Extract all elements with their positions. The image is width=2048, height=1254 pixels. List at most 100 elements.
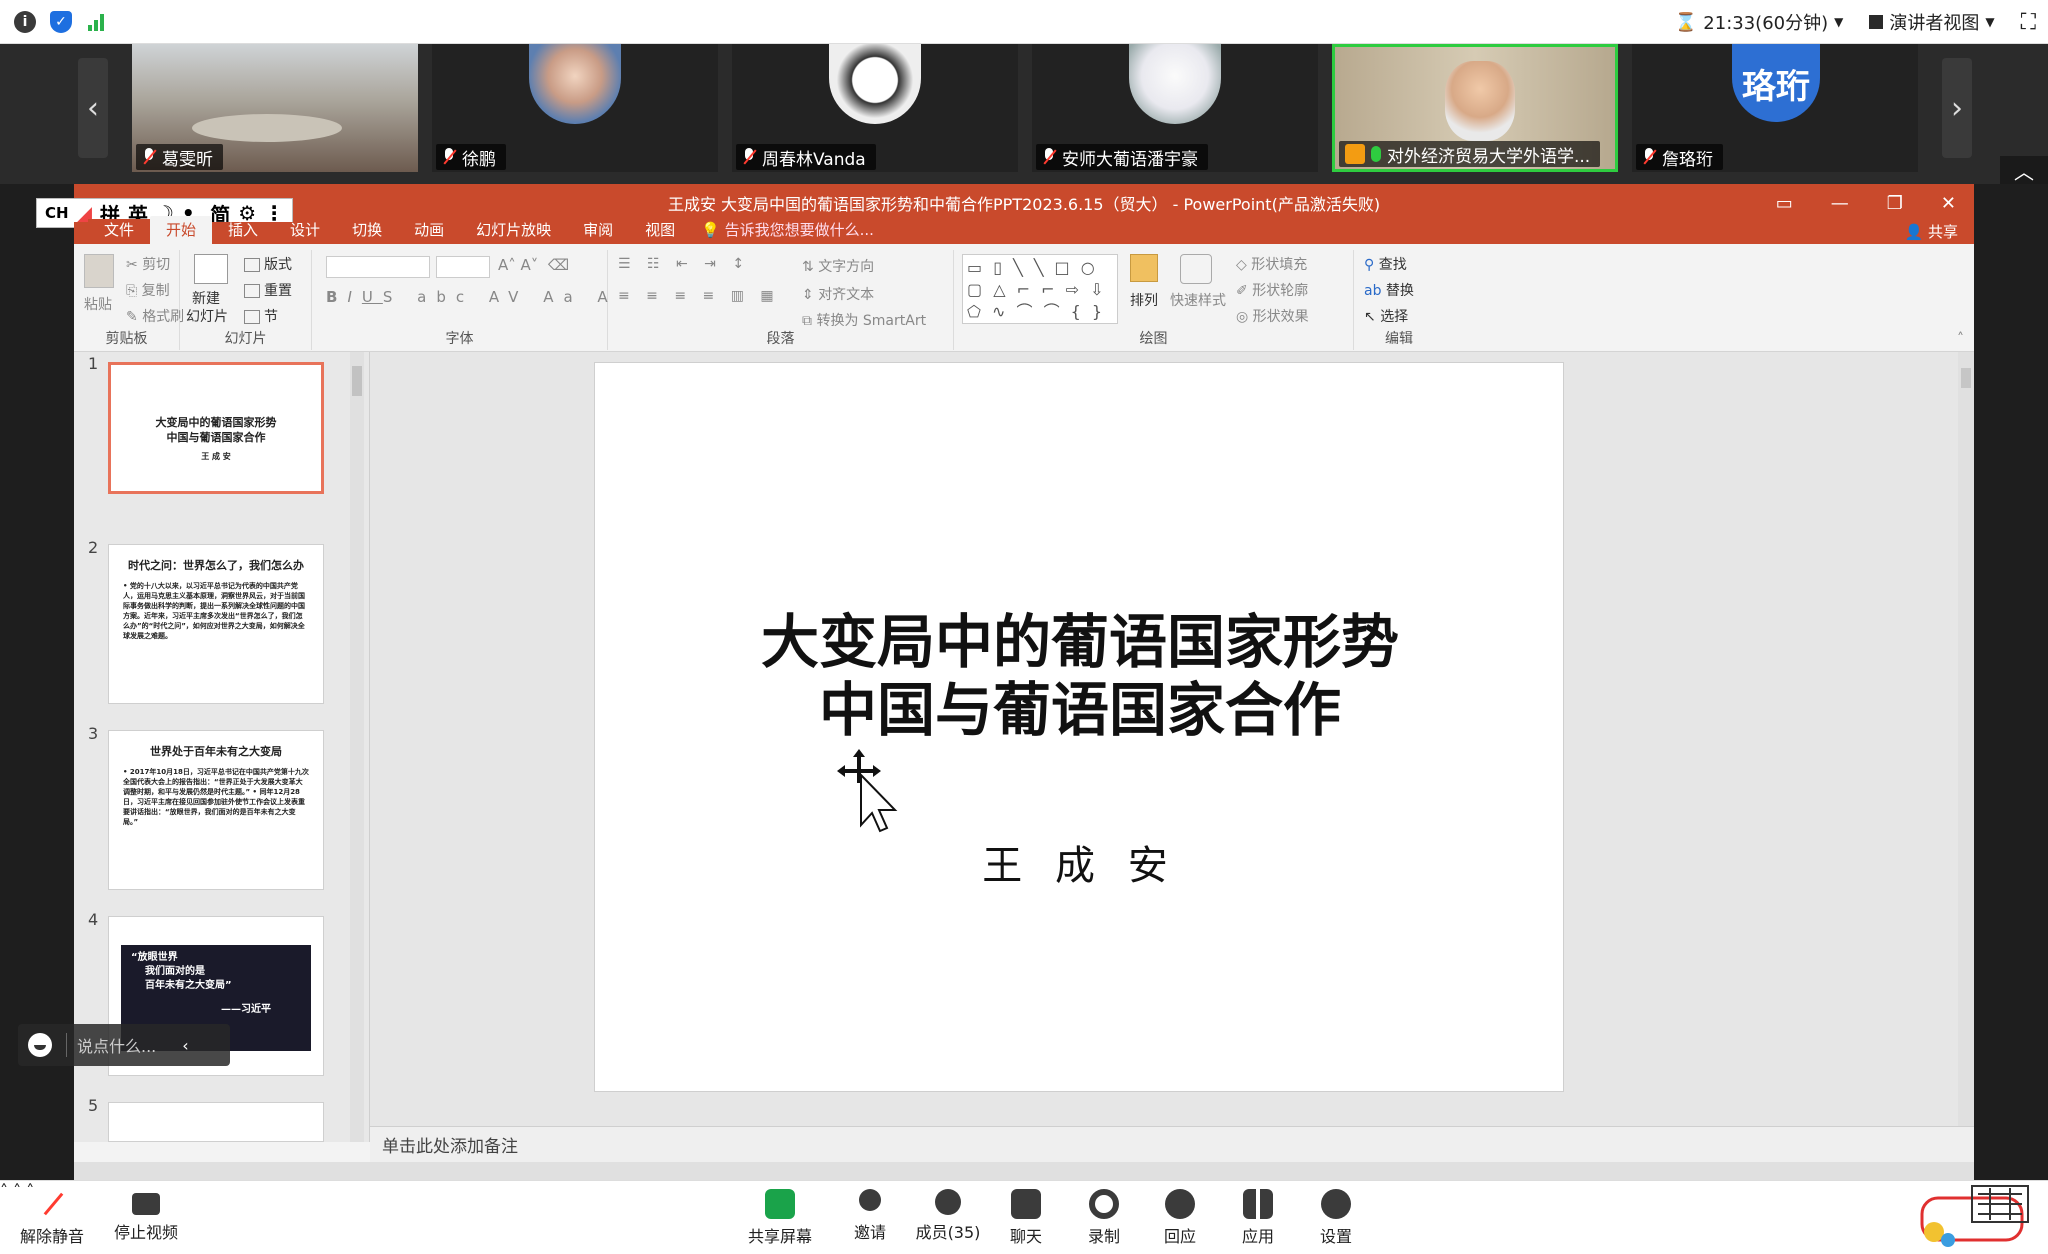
participant-tile-active-speaker[interactable]: 对外经济贸易大学外语学...	[1332, 44, 1618, 172]
mic-muted-icon	[442, 148, 456, 166]
find-button[interactable]: ⚲ 查找	[1364, 254, 1407, 274]
signal-icon[interactable]	[88, 13, 104, 31]
group-label: 段落	[766, 331, 795, 347]
tab-animations[interactable]: 动画	[398, 219, 460, 244]
shapes-gallery[interactable]: ▭ ▯ ╲ ╲ □ ○ ▢ △ ⌐ ⌐ ⇨ ⇩ ⬠ ∿ ⌒ ⌒ { }	[962, 254, 1118, 324]
close-icon[interactable]: ✕	[1941, 193, 1956, 214]
ime-lang[interactable]: CH	[45, 204, 69, 222]
smartart-button[interactable]: ⧉ 转换为 SmartArt	[802, 310, 926, 330]
chat-bubble-icon	[1011, 1189, 1041, 1219]
apps-button[interactable]: 应用	[1218, 1189, 1298, 1247]
record-button[interactable]: 录制	[1064, 1189, 1144, 1247]
layout-icon	[244, 258, 260, 272]
quick-styles-icon[interactable]	[1180, 254, 1212, 284]
members-button[interactable]: 成员(35)	[908, 1189, 988, 1243]
layout-button[interactable]: 版式	[244, 254, 292, 274]
scroll-thumb[interactable]	[352, 366, 362, 396]
copy-button[interactable]: ⎘ 复制	[126, 280, 170, 300]
list-indent-icons[interactable]: ☰ ☷ ⇤ ⇥ ↕	[618, 256, 750, 272]
stop-video-button[interactable]: 停止视频	[106, 1189, 186, 1243]
tab-slideshow[interactable]: 幻灯片放映	[460, 219, 567, 244]
tab-insert[interactable]: 插入	[212, 219, 274, 244]
chevron-up-icon[interactable]: ˄	[0, 1181, 8, 1200]
participant-tile[interactable]: 周春林Vanda	[732, 44, 1018, 172]
tab-design[interactable]: 设计	[274, 219, 336, 244]
font-name-input[interactable]	[326, 256, 430, 278]
view-mode-selector[interactable]: 演讲者视图 ▼	[1869, 9, 1995, 35]
tab-review[interactable]: 审阅	[567, 219, 629, 244]
restore-icon[interactable]: ❐	[1887, 193, 1903, 214]
share-screen-button[interactable]: 共享屏幕	[738, 1189, 822, 1247]
mic-on-icon	[1371, 146, 1381, 162]
ppt-status-bar	[74, 1162, 1974, 1180]
security-shield-icon[interactable]: ✓	[50, 10, 72, 33]
shape-effects-button[interactable]: ◎ 形状效果	[1236, 306, 1309, 326]
paste-icon[interactable]	[84, 254, 114, 288]
slide-title-line-2[interactable]: 中国与葡语国家合作	[595, 663, 1565, 747]
collapse-strip-button[interactable]: ︿	[2000, 156, 2048, 184]
cut-button[interactable]: ✂ 剪切	[126, 254, 170, 274]
fullscreen-icon[interactable]: ⛶	[2021, 10, 2036, 35]
settings-button[interactable]: 设置	[1296, 1189, 1376, 1247]
paste-button[interactable]: 粘贴	[84, 294, 112, 314]
slide-thumbnail-3[interactable]: 世界处于百年未有之大变局 • 2017年10月18日，习近平总书记在中国共产党第…	[108, 730, 324, 890]
strip-next-button[interactable]: ›	[1942, 58, 1972, 158]
ribbon-display-icon[interactable]: ▭	[1776, 193, 1793, 214]
participant-nameplate: 詹珞珩	[1636, 144, 1723, 170]
current-slide[interactable]: 大变局中的葡语国家形势 中国与葡语国家合作 王 成 安	[594, 362, 1564, 1092]
reset-button[interactable]: 重置	[244, 280, 292, 300]
font-format-icons[interactable]: BIUS abc AV Aa A	[326, 288, 618, 306]
meeting-toolbar: 解除静音 ˄ 停止视频 ˄ 共享屏幕 ˄ 邀请 成员(35) 聊天 录制 回应 …	[0, 1180, 2048, 1254]
participant-tile[interactable]: 珞珩 詹珞珩	[1632, 44, 1918, 172]
strip-prev-button[interactable]: ‹	[78, 58, 108, 158]
replace-button[interactable]: ab 替换	[1364, 280, 1414, 300]
group-clipboard: 粘贴 ✂ 剪切 ⎘ 复制 ✎ 格式刷 剪贴板	[74, 250, 184, 350]
info-icon[interactable]: i	[14, 10, 36, 33]
participant-tile[interactable]: 徐鹏	[432, 44, 718, 172]
slide-thumbnail-2[interactable]: 时代之问：世界怎么了，我们怎么办 • 党的十八大以来，以习近平总书记为代表的中国…	[108, 544, 324, 704]
slide-author[interactable]: 王 成 安	[595, 833, 1565, 891]
new-slide-label[interactable]: 幻灯片	[186, 306, 228, 326]
chat-button[interactable]: 聊天	[986, 1189, 1066, 1247]
share-button[interactable]: 👤 共享	[1905, 221, 1958, 242]
align-icons[interactable]: ≡ ≡ ≡ ≡ ▥ ▦	[618, 288, 780, 304]
thumbnails-scrollbar[interactable]	[350, 352, 364, 1142]
shape-outline-button[interactable]: ✐ 形状轮廓	[1236, 280, 1308, 300]
slide-scrollbar[interactable]	[1958, 352, 1974, 1126]
font-grow-shrink-icons[interactable]: A˄ A˅ ⌫	[498, 256, 569, 274]
chat-input-overlay[interactable]: 说点什么... ‹	[18, 1024, 230, 1066]
new-slide-icon[interactable]	[194, 254, 228, 284]
reactions-button[interactable]: 回应	[1140, 1189, 1220, 1247]
slide-thumbnail-1[interactable]: 大变局中的葡语国家形势 中国与葡语国家合作 王 成 安	[108, 362, 324, 494]
format-painter-button[interactable]: ✎ 格式刷	[126, 306, 184, 326]
group-label: 幻灯片	[224, 331, 267, 347]
tab-transitions[interactable]: 切换	[336, 219, 398, 244]
chat-placeholder[interactable]: 说点什么...	[66, 1033, 156, 1057]
meeting-timer[interactable]: ⌛ 21:33(60分钟) ▼	[1675, 9, 1843, 35]
minimize-icon[interactable]: —	[1831, 193, 1849, 214]
unmute-button[interactable]: 解除静音	[10, 1189, 94, 1247]
invite-button[interactable]: 邀请	[830, 1189, 910, 1243]
font-size-input[interactable]	[436, 256, 490, 278]
arrange-button[interactable]: 排列	[1130, 290, 1158, 310]
tab-home[interactable]: 开始	[150, 216, 213, 244]
notes-pane[interactable]: 单击此处添加备注	[370, 1126, 1974, 1162]
participant-tile[interactable]: 葛雯昕	[132, 44, 418, 172]
align-text-button[interactable]: ⇕ 对齐文本	[802, 284, 874, 304]
select-button[interactable]: ↖ 选择	[1364, 306, 1408, 326]
chevron-left-icon[interactable]: ‹	[182, 1036, 188, 1055]
tab-file[interactable]: 文件	[88, 219, 151, 244]
emoji-icon[interactable]	[28, 1033, 52, 1057]
text-direction-button[interactable]: ⇅ 文字方向	[802, 256, 874, 276]
tell-me-box[interactable]: 💡 告诉我您想要做什么...	[701, 219, 874, 244]
scroll-thumb[interactable]	[1961, 368, 1971, 388]
collapse-ribbon-icon[interactable]: ˄	[1957, 331, 1964, 347]
new-slide-button[interactable]: 新建	[192, 288, 220, 308]
participant-tile[interactable]: 安师大葡语潘宇豪	[1032, 44, 1318, 172]
arrange-icon[interactable]	[1130, 254, 1158, 282]
quick-styles-button[interactable]: 快速样式	[1170, 290, 1226, 310]
section-button[interactable]: 节	[244, 306, 278, 326]
slide-thumbnail-5[interactable]	[108, 1102, 324, 1142]
tab-view[interactable]: 视图	[629, 219, 691, 244]
shape-fill-button[interactable]: ◇ 形状填充	[1236, 254, 1307, 274]
